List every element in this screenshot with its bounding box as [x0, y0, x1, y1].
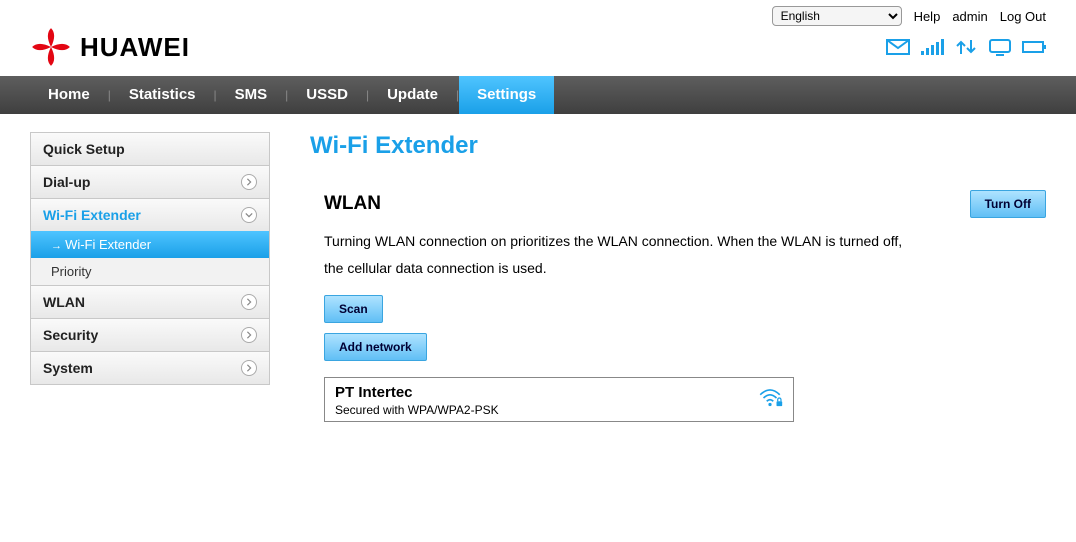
network-result-item[interactable]: PT Intertec Secured with WPA/WPA2-PSK — [324, 377, 794, 422]
sidebar-item-quick-setup[interactable]: Quick Setup — [30, 132, 270, 165]
sidebar-item-security[interactable]: Security — [30, 318, 270, 351]
chevron-right-icon — [241, 294, 257, 310]
sidebar-label: Quick Setup — [43, 141, 125, 157]
page-title: Wi-Fi Extender — [310, 132, 1046, 160]
help-link[interactable]: Help — [914, 9, 941, 24]
section-title-wlan: WLAN — [324, 193, 381, 215]
nav-statistics[interactable]: Statistics — [111, 76, 214, 114]
sidebar-item-wlan[interactable]: WLAN — [30, 285, 270, 318]
wlan-description: Turning WLAN connection on prioritizes t… — [324, 228, 914, 281]
sidebar-item-wifi-extender[interactable]: Wi-Fi Extender — [30, 198, 270, 231]
chevron-right-icon — [241, 327, 257, 343]
screen-icon — [988, 38, 1012, 56]
turn-off-button[interactable]: Turn Off — [970, 190, 1046, 218]
settings-sidebar: Quick Setup Dial-up Wi-Fi Extender Wi-Fi… — [30, 132, 270, 422]
sidebar-item-dialup[interactable]: Dial-up — [30, 165, 270, 198]
sidebar-label: Dial-up — [43, 174, 90, 190]
brand-logo: HUAWEI — [30, 26, 190, 68]
language-select[interactable]: English — [772, 6, 902, 26]
sidebar-label: Wi-Fi Extender — [43, 207, 141, 223]
signal-bars-icon — [920, 38, 944, 56]
scan-button[interactable]: Scan — [324, 295, 383, 323]
nav-settings[interactable]: Settings — [459, 76, 554, 114]
logout-link[interactable]: Log Out — [1000, 9, 1046, 24]
nav-sms[interactable]: SMS — [217, 76, 286, 114]
chevron-down-icon — [241, 207, 257, 223]
huawei-flower-icon — [30, 26, 72, 68]
main-nav: Home| Statistics| SMS| USSD| Update| Set… — [0, 76, 1076, 114]
chevron-right-icon — [241, 360, 257, 376]
mail-icon — [886, 38, 910, 56]
sidebar-label: WLAN — [43, 294, 85, 310]
sidebar-sub-priority[interactable]: Priority — [31, 258, 269, 285]
nav-update[interactable]: Update — [369, 76, 456, 114]
network-name: PT Intertec — [335, 384, 499, 401]
user-link[interactable]: admin — [952, 9, 987, 24]
wifi-signal-lock-icon — [757, 387, 783, 414]
battery-icon — [1022, 38, 1046, 56]
sidebar-item-system[interactable]: System — [30, 351, 270, 385]
sidebar-label: Security — [43, 327, 98, 343]
updown-arrows-icon — [954, 38, 978, 56]
sidebar-sub-wifi-extender[interactable]: Wi-Fi Extender — [31, 231, 269, 258]
sidebar-label: System — [43, 360, 93, 376]
chevron-right-icon — [241, 174, 257, 190]
nav-home[interactable]: Home — [30, 76, 108, 114]
nav-ussd[interactable]: USSD — [288, 76, 366, 114]
brand-text: HUAWEI — [80, 32, 190, 63]
add-network-button[interactable]: Add network — [324, 333, 427, 361]
network-security: Secured with WPA/WPA2-PSK — [335, 403, 499, 417]
